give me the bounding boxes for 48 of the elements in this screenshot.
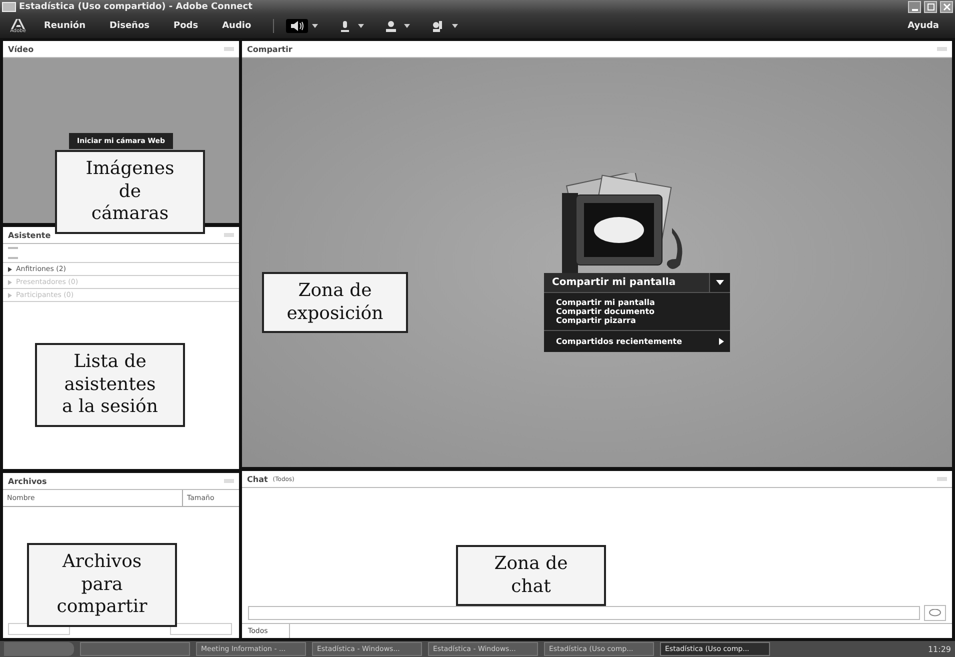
callout: Zona de exposición — [262, 272, 408, 333]
microphone-icon — [340, 20, 350, 32]
close-icon — [942, 3, 950, 11]
pod-title: Vídeo — [8, 44, 34, 54]
expand-arrow-icon — [8, 280, 12, 284]
expand-arrow-icon — [8, 292, 12, 298]
hand-icon — [432, 20, 444, 32]
caret-icon[interactable] — [452, 24, 458, 28]
list-view-icon[interactable] — [8, 247, 18, 259]
help-menu[interactable]: Ayuda — [898, 21, 949, 31]
minimize-button[interactable] — [908, 1, 921, 13]
menu-item[interactable]: Audio — [212, 21, 262, 31]
window-icon — [2, 2, 16, 12]
pod-title: Compartir — [247, 44, 292, 54]
menu-item[interactable]: Compartidos recientemente — [556, 337, 682, 346]
speech-bubble-icon — [929, 609, 941, 617]
speaker-icon — [290, 21, 304, 31]
maximize-icon — [926, 3, 934, 11]
start-button[interactable] — [4, 642, 74, 656]
caret-icon[interactable] — [404, 24, 410, 28]
pod-title: Chat — [247, 474, 268, 484]
download-button[interactable] — [170, 623, 232, 635]
chat-input[interactable] — [248, 606, 920, 620]
callout: Lista de asistentes a la sesión — [35, 343, 185, 426]
menu-item[interactable]: Compartir documento — [556, 307, 655, 316]
menu-item[interactable]: Pods — [164, 21, 208, 31]
menu-item[interactable]: Diseños — [100, 21, 160, 31]
caret-icon[interactable] — [358, 24, 364, 28]
callout: Archivos para compartir — [27, 543, 177, 626]
pod-title: Archivos — [8, 476, 47, 486]
callout: Zona de chat — [456, 545, 606, 606]
clock: 11:29 — [928, 644, 951, 654]
caret-icon — [716, 280, 724, 285]
person-icon — [386, 20, 396, 32]
window-title: Estadística (Uso compartido) - Adobe Connect — [19, 2, 252, 12]
close-button[interactable] — [940, 1, 953, 13]
maximize-button[interactable] — [924, 1, 937, 13]
menu-item[interactable]: Reunión — [34, 21, 96, 31]
menu-item[interactable]: Compartir pizarra — [556, 316, 636, 325]
send-button[interactable] — [924, 605, 946, 621]
menu-item[interactable]: Compartir mi pantalla — [556, 298, 655, 307]
callout: Imágenes de cámaras — [55, 150, 205, 234]
expand-arrow-icon — [8, 266, 12, 272]
submenu-arrow-icon — [719, 338, 724, 345]
pod-title: Asistente — [8, 230, 51, 240]
caret-icon[interactable] — [312, 24, 318, 28]
speaker-button[interactable] — [286, 19, 308, 33]
share-screen-button[interactable]: Compartir mi pantalla — [544, 273, 710, 292]
